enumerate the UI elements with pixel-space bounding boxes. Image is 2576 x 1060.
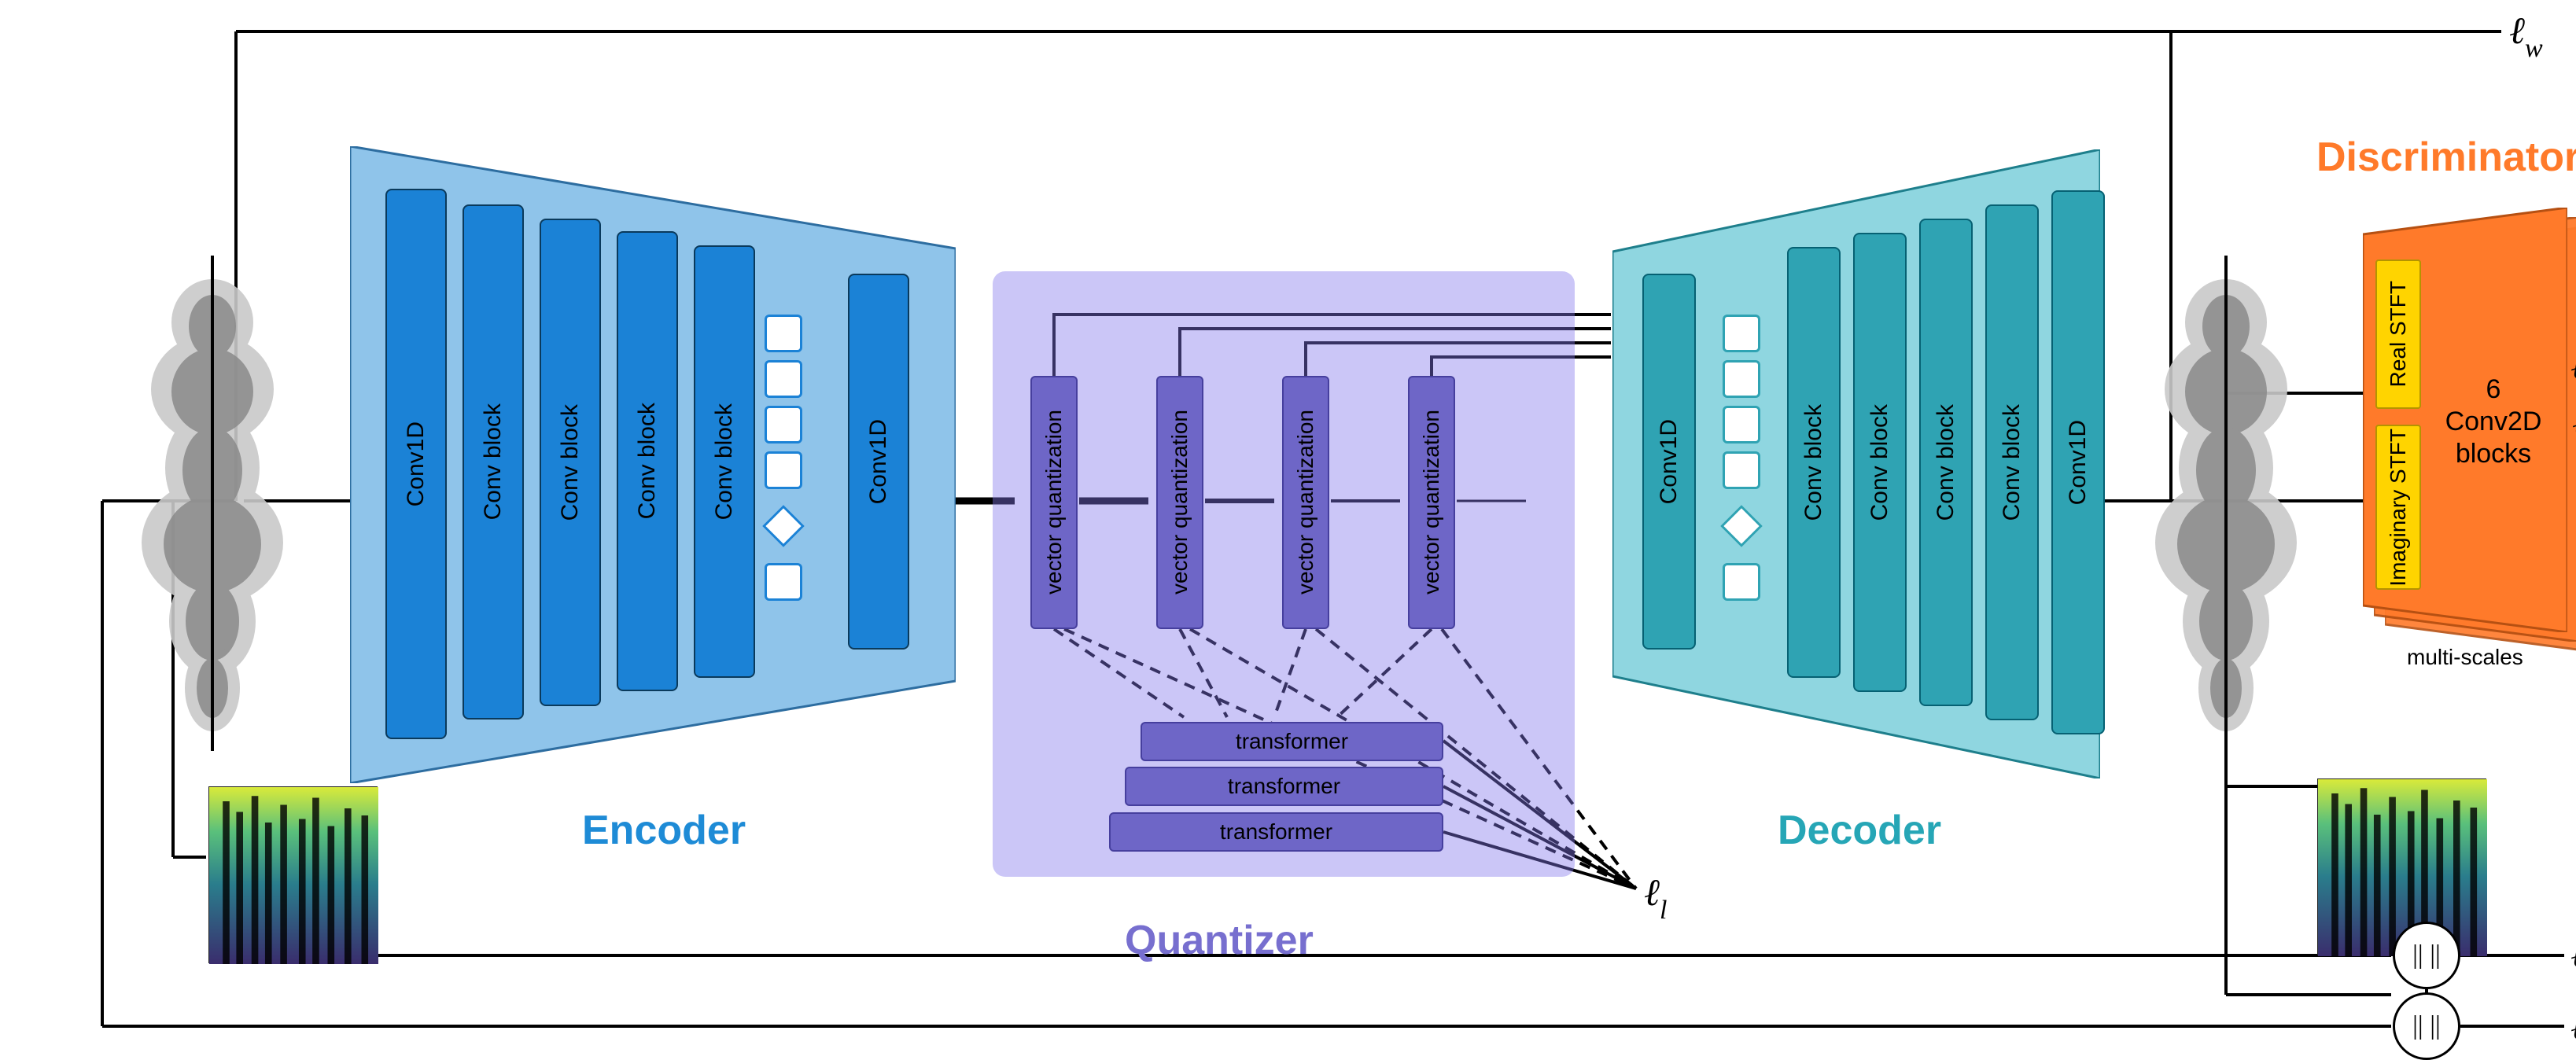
quantizer-label: Quantizer	[1125, 917, 1314, 964]
bar-label: Conv1D	[865, 419, 892, 504]
conv-detail-diamond	[762, 505, 805, 547]
tfm-label: transformer	[1228, 774, 1340, 799]
loss-w: ℓw	[2509, 9, 2543, 59]
output-spectrogram	[2317, 778, 2486, 955]
decoder-label: Decoder	[1778, 807, 1941, 854]
decoder-detail-chain	[1723, 315, 1760, 601]
bar-label: Conv1D	[1656, 419, 1682, 504]
encoder-convblock-4: Conv block	[694, 245, 755, 678]
vq-bar-2: vector quantization	[1156, 376, 1203, 629]
encoder-convblock-1: Conv block	[463, 204, 524, 720]
decoder-convblock-4: Conv block	[1985, 204, 2039, 720]
stft-imag-label: Imaginary STFT	[2386, 429, 2411, 587]
transformer-1: transformer	[1141, 722, 1443, 761]
loss-t-sym: ℓ	[2570, 1006, 2576, 1047]
conv-detail-box	[1723, 406, 1760, 444]
conv-detail-box	[765, 563, 802, 601]
loss-g-sym: ℓ	[2572, 402, 2576, 444]
multi-scales-label: multi-scales	[2407, 645, 2523, 670]
encoder-conv1d-out: Conv1D	[848, 274, 909, 650]
bar-label: Conv1D	[2065, 420, 2091, 505]
decoder-conv1d-out: Conv1D	[2051, 190, 2105, 734]
bar-label: Conv block	[1999, 404, 2025, 521]
conv-detail-box	[765, 360, 802, 398]
input-waveform	[134, 252, 291, 755]
bar-label: Conv block	[480, 403, 507, 520]
bar-label: Conv block	[711, 403, 738, 520]
decoder-conv1d-in: Conv1D	[1642, 274, 1696, 650]
norm-label: || ||	[2412, 940, 2441, 970]
conv2d-blocks-label: 6 Conv2D blocks	[2434, 374, 2552, 469]
encoder-convblock-2: Conv block	[540, 219, 601, 706]
decoder-convblock-2: Conv block	[1853, 233, 1907, 692]
conv-detail-box	[1723, 360, 1760, 398]
vq-label: vector quantization	[1041, 410, 1067, 594]
bar-label: Conv block	[1867, 404, 1893, 521]
loss-w-sub: w	[2525, 34, 2543, 63]
decoder-convblock-1: Conv block	[1787, 247, 1841, 678]
norm-label: || ||	[2412, 1011, 2441, 1041]
diagram-root: Conv1D Conv block Conv block Conv block …	[0, 0, 2576, 1047]
loss-d-sym: ℓ	[2570, 345, 2576, 387]
norm-time: || ||	[2393, 992, 2460, 1060]
loss-l-sym: ℓ	[1644, 872, 1660, 914]
conv-detail-box	[1723, 315, 1760, 352]
vq-label: vector quantization	[1419, 410, 1444, 594]
bar-label: Conv block	[1933, 404, 1959, 521]
loss-s: ℓs	[2570, 933, 2576, 982]
input-spectrogram	[208, 786, 378, 963]
conv-detail-box	[765, 315, 802, 352]
bar-label: Conv1D	[403, 421, 429, 506]
stft-real-label: Real STFT	[2386, 281, 2411, 387]
loss-l: ℓl	[1644, 871, 1667, 921]
decoder-convblock-3: Conv block	[1919, 219, 1973, 706]
encoder-convblock-3: Conv block	[617, 231, 678, 691]
loss-w-sym: ℓ	[2509, 10, 2525, 52]
bar-label: Conv block	[557, 404, 584, 521]
conv-detail-box	[765, 406, 802, 444]
conv-detail-box	[765, 451, 802, 489]
vq-bar-3: vector quantization	[1282, 376, 1329, 629]
bar-label: Conv block	[1800, 404, 1827, 521]
stft-imag: Imaginary STFT	[2375, 425, 2421, 590]
tfm-label: transformer	[1220, 819, 1332, 845]
discriminator-label: Discriminator	[2316, 134, 2576, 181]
conv-detail-diamond	[1720, 505, 1763, 547]
loss-d: ℓd	[2570, 344, 2576, 394]
loss-s-sym: ℓ	[2570, 933, 2576, 975]
transformer-3: transformer	[1109, 812, 1443, 852]
stft-real: Real STFT	[2375, 259, 2421, 409]
bar-label: Conv block	[634, 403, 661, 519]
loss-g: ℓg	[2572, 401, 2576, 451]
transformer-2: transformer	[1125, 767, 1443, 806]
encoder-conv1d-in: Conv1D	[385, 189, 447, 739]
conv-detail-box	[1723, 451, 1760, 489]
encoder-detail-chain	[765, 315, 802, 601]
vq-bar-1: vector quantization	[1030, 376, 1078, 629]
vq-bar-4: vector quantization	[1408, 376, 1455, 629]
output-waveform	[2147, 252, 2305, 755]
vq-label: vector quantization	[1167, 410, 1192, 594]
loss-t: ℓt	[2570, 1005, 2576, 1054]
vq-label: vector quantization	[1293, 410, 1318, 594]
loss-l-sub: l	[1660, 896, 1667, 925]
norm-spectral: || ||	[2393, 922, 2460, 989]
tfm-label: transformer	[1236, 729, 1348, 754]
conv-detail-box	[1723, 563, 1760, 601]
encoder-label: Encoder	[582, 807, 746, 854]
